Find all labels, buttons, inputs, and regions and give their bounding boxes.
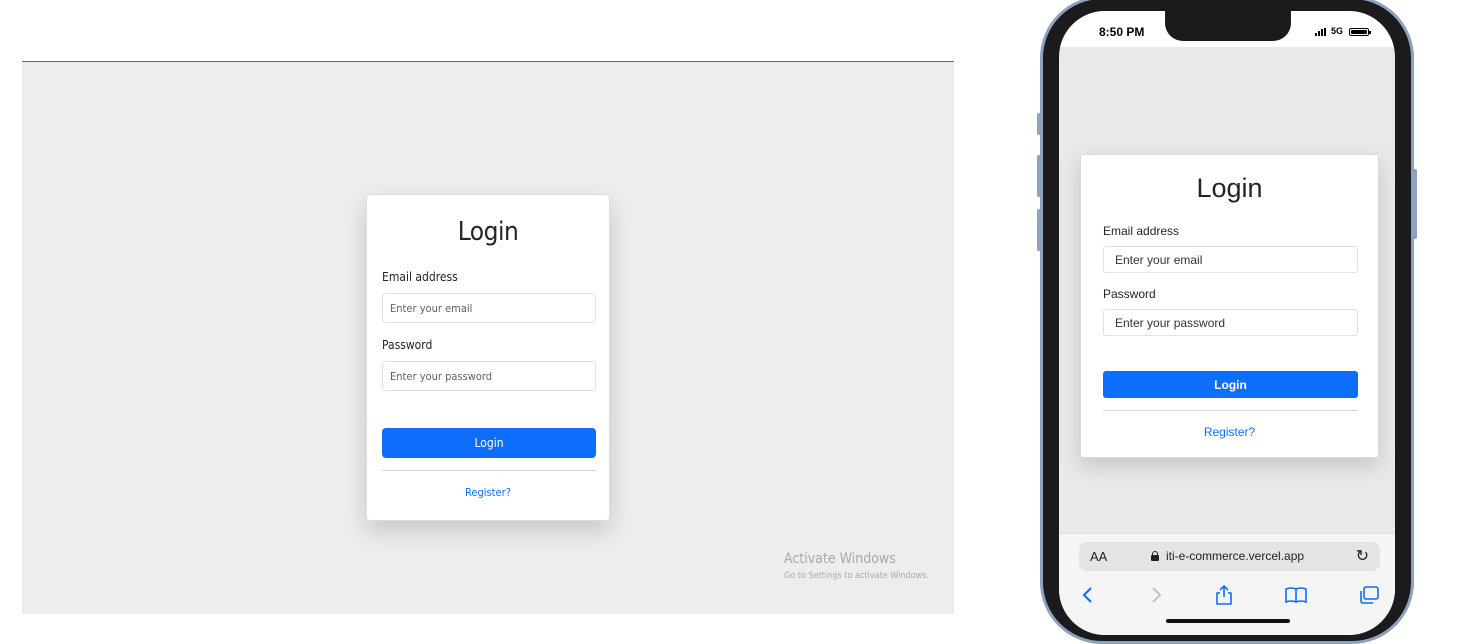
login-title: Login (457, 217, 519, 247)
login-card: Login Email address Password Login Regis… (366, 194, 610, 521)
text-size-button[interactable]: AA (1090, 549, 1107, 564)
mute-switch (1037, 113, 1041, 135)
battery-icon (1349, 28, 1371, 36)
email-input[interactable] (382, 293, 596, 323)
password-label: Password (1103, 287, 1156, 301)
mobile-login-card: Login Email address Password Login Regis… (1080, 154, 1379, 458)
login-button[interactable]: Login (1103, 371, 1358, 398)
login-title: Login (1196, 173, 1263, 203)
divider (382, 470, 596, 471)
home-indicator (1166, 619, 1290, 623)
phone-screen: 8:50 PM 5G Login Email address Password … (1059, 11, 1395, 635)
notch (1165, 11, 1291, 41)
email-label: Email address (382, 270, 458, 284)
back-icon[interactable] (1073, 580, 1103, 610)
phone-frame: 8:50 PM 5G Login Email address Password … (1037, 0, 1417, 644)
bookmarks-icon[interactable] (1281, 580, 1311, 610)
network-label: 5G (1331, 26, 1344, 36)
volume-up-button (1037, 155, 1041, 197)
lock-icon (1151, 551, 1160, 561)
share-icon[interactable] (1209, 580, 1239, 610)
address-bar[interactable]: AA iti-e-commerce.vercel.app ↻ (1079, 542, 1380, 571)
login-button[interactable]: Login (382, 428, 596, 458)
divider (1103, 410, 1358, 411)
email-input[interactable] (1103, 246, 1358, 273)
password-input[interactable] (1103, 309, 1358, 336)
password-label: Password (382, 338, 433, 352)
tabs-icon[interactable] (1354, 580, 1384, 610)
safari-toolbar: AA iti-e-commerce.vercel.app ↻ (1059, 533, 1395, 635)
activate-windows-watermark: Activate Windows Go to Settings to activ… (784, 551, 929, 581)
forward-icon[interactable] (1141, 580, 1171, 610)
url-text[interactable]: iti-e-commerce.vercel.app (1166, 549, 1304, 563)
watermark-title: Activate Windows (784, 551, 896, 567)
status-time: 8:50 PM (1099, 25, 1145, 39)
volume-down-button (1037, 209, 1041, 251)
signal-bars-icon (1315, 28, 1327, 36)
status-bar: 8:50 PM 5G (1059, 11, 1395, 47)
reload-icon[interactable]: ↻ (1356, 546, 1369, 566)
safari-nav (1059, 580, 1395, 610)
email-label: Email address (1103, 224, 1180, 238)
register-link[interactable]: Register? (367, 486, 609, 499)
register-link[interactable]: Register? (1081, 425, 1378, 439)
watermark-subtitle: Go to Settings to activate Windows. (784, 571, 929, 581)
desktop-viewport: Login Email address Password Login Regis… (22, 61, 954, 614)
password-input[interactable] (382, 361, 596, 391)
power-button (1413, 169, 1417, 239)
